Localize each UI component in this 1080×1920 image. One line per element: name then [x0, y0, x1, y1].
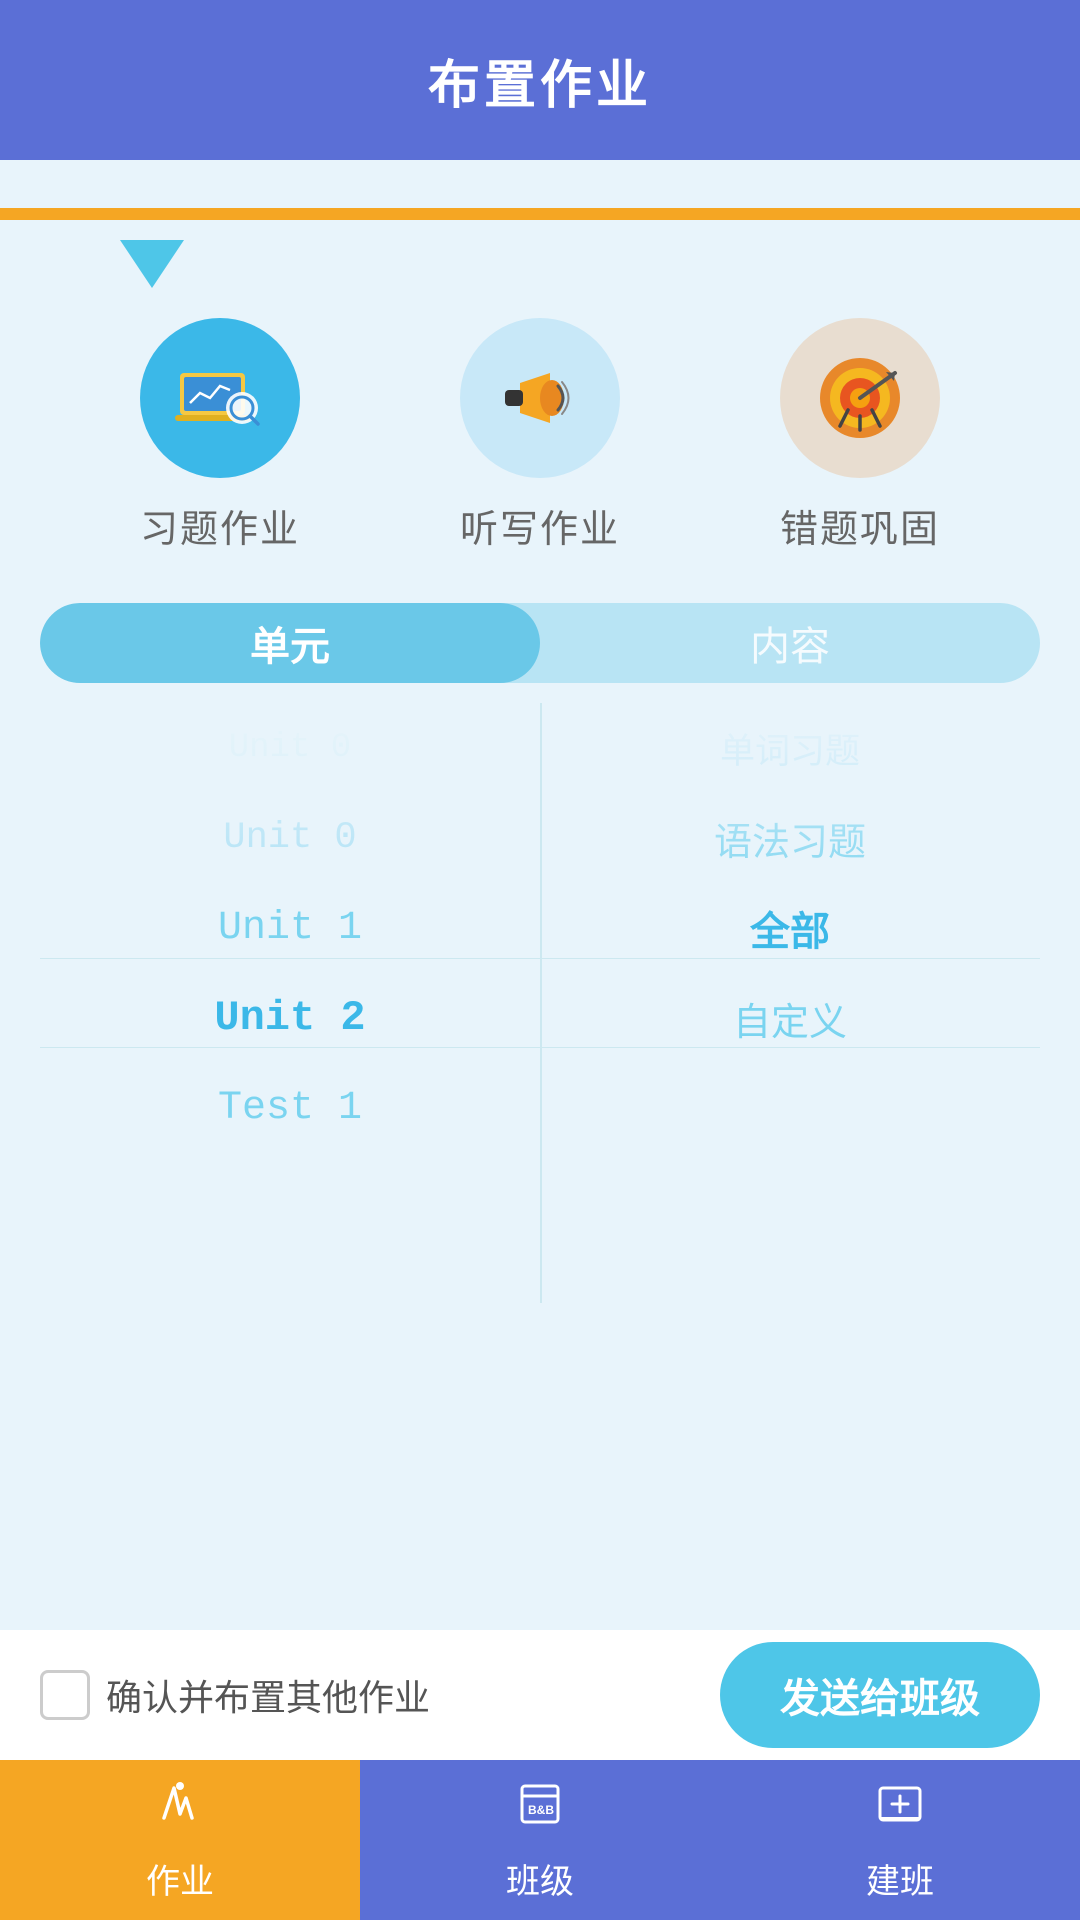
header-wave [0, 160, 1080, 220]
picker-area: Unit 0 Unit 0 Unit 1 Unit 2 Test 1 单词习题 … [40, 703, 1040, 1303]
mistakes-label: 错题巩固 [780, 498, 940, 553]
bottom-nav: 作业 B&B 班级 建班 [0, 1760, 1080, 1920]
tab-bar: 单元 内容 [40, 603, 1040, 683]
picker-item-unit0-near[interactable]: Unit 0 [40, 793, 540, 883]
homework-type-row: 习题作业 听写作业 [40, 318, 1040, 553]
content-picker-column[interactable]: 单词习题 语法习题 全部 自定义 [540, 703, 1040, 1303]
picker-highlight-band [40, 958, 540, 1048]
svg-text:B&B: B&B [528, 1803, 554, 1817]
class-icon: B&B [514, 1778, 566, 1842]
exercise-type[interactable]: 习题作业 [140, 318, 300, 553]
nav-class[interactable]: B&B 班级 [360, 1760, 720, 1920]
nav-homework[interactable]: 作业 [0, 1760, 360, 1920]
nav-class-label: 班级 [506, 1854, 574, 1903]
exercise-label: 习题作业 [140, 498, 300, 553]
confirm-checkbox-area: 确认并布置其他作业 [40, 1669, 690, 1721]
dictation-icon-circle [460, 318, 620, 478]
page-title: 布置作业 [428, 43, 652, 118]
tab-unit[interactable]: 单元 [40, 603, 540, 683]
tab-content[interactable]: 内容 [540, 603, 1040, 683]
mistakes-icon-circle [780, 318, 940, 478]
body-area: 习题作业 听写作业 [0, 240, 1080, 1303]
pointer-indicator [40, 240, 1040, 288]
mistakes-type[interactable]: 错题巩固 [780, 318, 940, 553]
nav-homework-label: 作业 [146, 1854, 214, 1903]
homework-icon [154, 1778, 206, 1842]
picker-item-test1[interactable]: Test 1 [40, 1063, 540, 1153]
megaphone-icon [490, 348, 590, 448]
confirm-checkbox[interactable] [40, 1670, 90, 1720]
create-icon [874, 1778, 926, 1842]
exercise-icon-circle [140, 318, 300, 478]
nav-create-label: 建班 [866, 1854, 934, 1903]
picker-item-grammar[interactable]: 语法习题 [540, 793, 1040, 883]
confirm-label: 确认并布置其他作业 [106, 1669, 430, 1721]
header: 布置作业 [0, 0, 1080, 160]
laptop-search-icon [170, 348, 270, 448]
target-icon [810, 348, 910, 448]
dictation-type[interactable]: 听写作业 [460, 318, 620, 553]
action-bar: 确认并布置其他作业 发送给班级 [0, 1630, 1080, 1760]
picker-vertical-separator [540, 703, 542, 1303]
triangle-icon [120, 240, 184, 288]
picker-item-unit0-far[interactable]: Unit 0 [40, 703, 540, 793]
send-to-class-button[interactable]: 发送给班级 [720, 1642, 1040, 1748]
nav-create[interactable]: 建班 [720, 1760, 1080, 1920]
unit-picker-column[interactable]: Unit 0 Unit 0 Unit 1 Unit 2 Test 1 [40, 703, 540, 1303]
dictation-label: 听写作业 [460, 498, 620, 553]
picker-item-vocab[interactable]: 单词习题 [540, 703, 1040, 793]
picker-highlight-band-right [540, 958, 1040, 1048]
wave-gold-line [0, 208, 1080, 220]
